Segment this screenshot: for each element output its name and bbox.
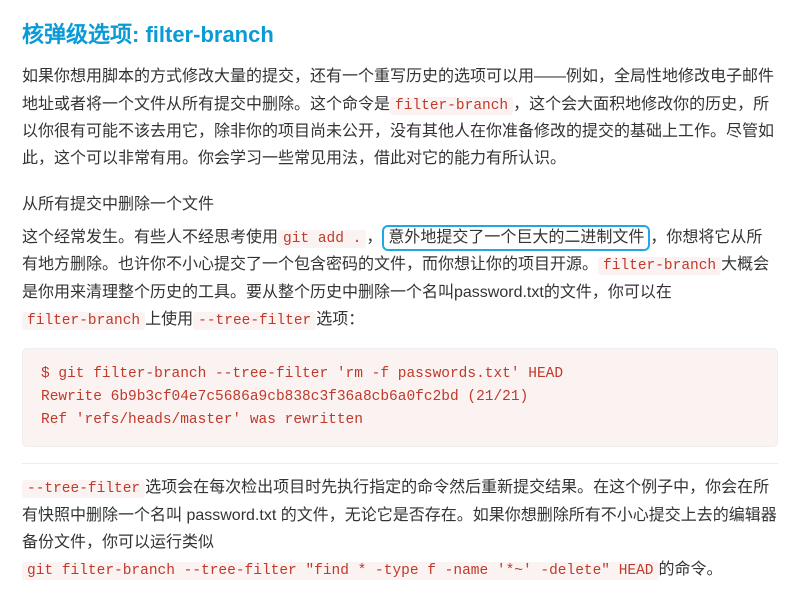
heading-prefix: 核弹级选项: xyxy=(22,22,139,47)
intro-paragraph: 如果你想用脚本的方式修改大量的提交，还有一个重写历史的选项可以用——例如，全局性… xyxy=(22,63,778,172)
code-tree-filter-2: --tree-filter xyxy=(22,480,145,498)
code-block: $ git filter-branch --tree-filter 'rm -f… xyxy=(22,348,778,448)
sec-punc1: ， xyxy=(366,229,382,246)
after-paragraph: --tree-filter选项会在每次检出项目时先执行指定的命令然后重新提交结果… xyxy=(22,474,778,584)
sec-text-d: 上使用 xyxy=(145,311,193,328)
sec-text-a: 这个经常发生。有些人不经思考使用 xyxy=(22,229,278,246)
sec-text-e: 选项： xyxy=(316,311,364,328)
code-filter-branch-3: filter-branch xyxy=(22,312,145,330)
code-find-delete: git filter-branch --tree-filter "find * … xyxy=(22,562,659,580)
section-paragraph: 这个经常发生。有些人不经思考使用git add .， 意外地提交了一个巨大的二进制… xyxy=(22,224,778,334)
code-filter-branch-2: filter-branch xyxy=(598,257,721,275)
code-tree-filter: --tree-filter xyxy=(193,312,316,330)
highlight-text: 意外地提交了一个巨大的二进制文件 xyxy=(388,229,644,246)
divider xyxy=(22,463,778,464)
after-text-b: 的命令。 xyxy=(659,561,723,578)
highlight-box: 意外地提交了一个巨大的二进制文件 xyxy=(382,225,650,251)
heading-code: filter-branch xyxy=(139,22,273,47)
code-filter-branch: filter-branch xyxy=(390,97,513,115)
subsection-title: 从所有提交中删除一个文件 xyxy=(22,191,778,218)
section-heading: 核弹级选项: filter-branch xyxy=(22,16,778,53)
code-git-add: git add . xyxy=(278,230,366,248)
